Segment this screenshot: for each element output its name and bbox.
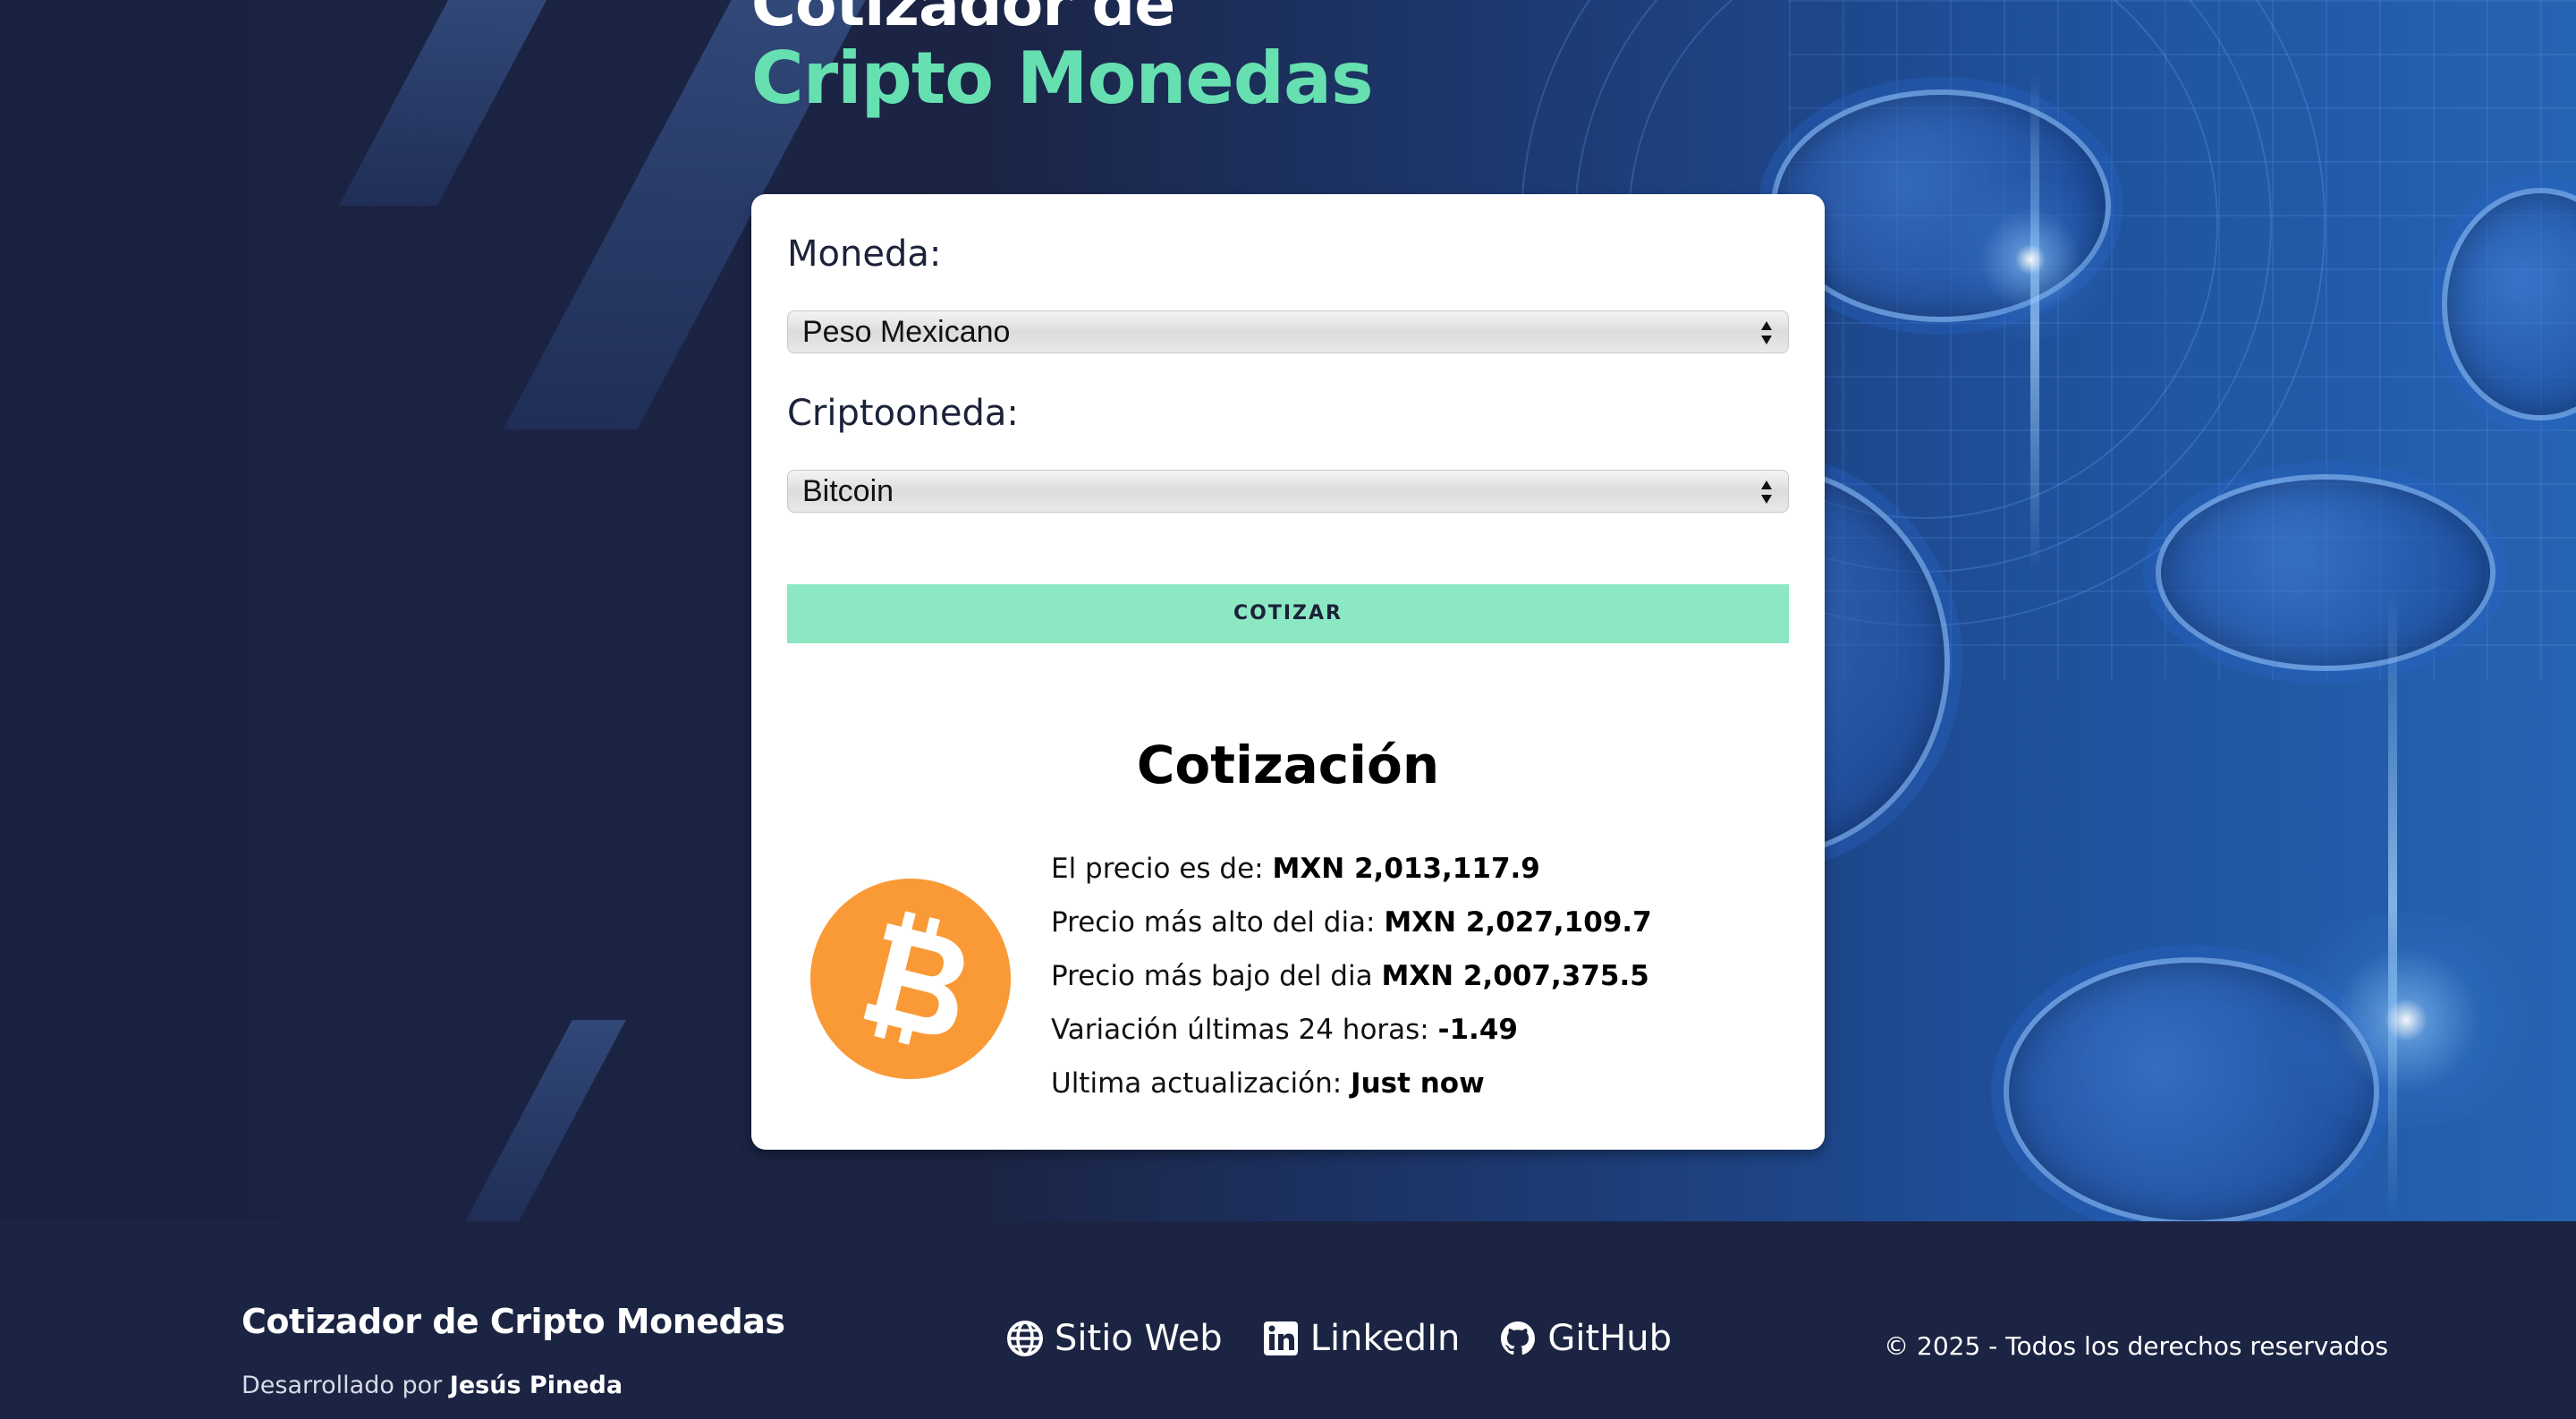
high-row: Precio más alto del dia: MXN 2,027,109.7 (1051, 896, 1802, 949)
low-value: MXN 2,007,375.5 (1381, 960, 1649, 992)
quote-card: Moneda: Peso Mexicano Criptooneda: Bitco… (751, 194, 1825, 1150)
quote-stats: El precio es de: MXN 2,013,117.9 Precio … (1051, 842, 1802, 1110)
change-label: Variación últimas 24 horas: (1051, 1014, 1438, 1046)
quote-button[interactable]: Cotizar (787, 584, 1789, 643)
crypto-select-value: Bitcoin (802, 474, 894, 508)
footer-developer-name: Jesús Pineda (449, 1372, 623, 1399)
background-stripe (338, 0, 547, 206)
background-glow (2263, 913, 2549, 1127)
price-row: El precio es de: MXN 2,013,117.9 (1051, 842, 1802, 896)
linkedin-icon (1263, 1321, 1298, 1355)
github-link[interactable]: GitHub (1499, 1318, 1672, 1359)
change-value: -1.49 (1437, 1014, 1518, 1046)
footer: Cotizador de Cripto Monedas Desarrollado… (0, 1221, 2576, 1419)
github-link-label: GitHub (1547, 1318, 1672, 1359)
select-arrows-icon (1761, 480, 1772, 504)
background-stripe (465, 1020, 626, 1221)
change-row: Variación últimas 24 horas: -1.49 (1051, 1003, 1802, 1057)
page-title: Cotizador de Cripto Monedas (751, 0, 1374, 120)
low-row: Precio más bajo del dia MXN 2,007,375.5 (1051, 949, 1802, 1003)
price-value: MXN 2,013,117.9 (1272, 853, 1540, 885)
background-glow (1932, 179, 2129, 340)
globe-icon (1007, 1321, 1043, 1356)
low-label: Precio más bajo del dia (1051, 960, 1382, 992)
select-arrows-icon (1761, 321, 1772, 344)
high-value: MXN 2,027,109.7 (1384, 906, 1652, 939)
website-link[interactable]: Sitio Web (1006, 1318, 1223, 1359)
updated-label: Ultima actualización: (1051, 1067, 1352, 1100)
footer-links: Sitio Web LinkedIn GitHub (1006, 1318, 1672, 1359)
background-coin (2156, 474, 2496, 671)
currency-label: Moneda: (787, 234, 942, 275)
price-label: El precio es de: (1051, 853, 1273, 885)
currency-select-value: Peso Mexicano (802, 315, 1011, 349)
currency-select[interactable]: Peso Mexicano (787, 310, 1789, 353)
page-title-line2: Cripto Monedas (751, 37, 1374, 120)
page-title-line1: Cotizador de (751, 0, 1175, 40)
website-link-label: Sitio Web (1055, 1318, 1223, 1359)
footer-developer-prefix: Desarrollado por (242, 1372, 450, 1399)
footer-developer: Desarrollado por Jesús Pineda (242, 1372, 623, 1399)
linkedin-link-label: LinkedIn (1309, 1318, 1461, 1359)
crypto-label: Criptooneda: (787, 393, 1019, 434)
footer-copyright: © 2025 - Todos los derechos reservados (1884, 1331, 2388, 1361)
updated-value: Just now (1351, 1067, 1485, 1100)
crypto-select[interactable]: Bitcoin (787, 470, 1789, 513)
high-label: Precio más alto del dia: (1051, 906, 1385, 939)
linkedin-link[interactable]: LinkedIn (1262, 1318, 1461, 1359)
footer-brand: Cotizador de Cripto Monedas (242, 1302, 785, 1341)
updated-row: Ultima actualización: Just now (1051, 1057, 1802, 1110)
bitcoin-icon (810, 879, 1011, 1079)
result-heading: Cotización (1136, 735, 1440, 795)
github-icon (1501, 1321, 1536, 1355)
